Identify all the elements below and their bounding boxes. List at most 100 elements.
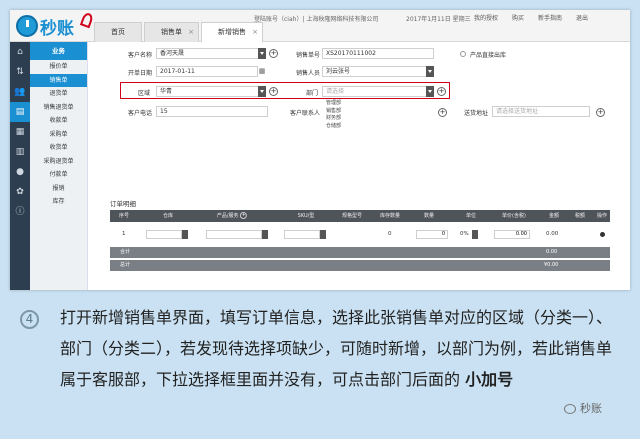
users-icon[interactable]: 👥 bbox=[10, 82, 30, 102]
column-header: 操作 bbox=[596, 213, 608, 219]
chevron-down-icon[interactable] bbox=[320, 230, 326, 239]
close-icon[interactable]: × bbox=[252, 23, 258, 41]
column-header: 单价(含税) bbox=[502, 213, 526, 219]
menu-header: 业务 bbox=[30, 42, 87, 60]
logo-text: 秒账 bbox=[40, 19, 74, 39]
document-icon[interactable]: ▤ bbox=[10, 102, 30, 122]
authorization-link[interactable]: 我的授权 bbox=[474, 13, 498, 22]
dept-option[interactable]: 仓储部 bbox=[326, 123, 341, 131]
sku-select[interactable] bbox=[284, 230, 320, 239]
instruction-emphasis: 小加号 bbox=[465, 370, 514, 389]
column-header: 序号 bbox=[118, 213, 130, 219]
watermark: 秒账 bbox=[564, 400, 602, 416]
menu-item-goods-received[interactable]: 收货单 bbox=[30, 141, 87, 155]
total-value: ¥0.00 bbox=[544, 262, 559, 268]
wechat-icon bbox=[564, 404, 576, 414]
app-window: 秒账 首页 销售单 × 新增销售 × 登陆账号（ciah）| 上海秋隆网络科技有限公… bbox=[10, 10, 630, 290]
ship-addr-label: 送货地址 bbox=[464, 110, 489, 117]
column-header: 金额 bbox=[548, 213, 560, 219]
column-header: 仓库 bbox=[162, 213, 174, 219]
menu-item-sales-order[interactable]: 销售单 bbox=[30, 73, 87, 87]
app-logo: 秒账 bbox=[16, 11, 96, 39]
sales-form: 客户名称 香河天晟 + 销售单号 XS20170111002 产品直接出库 开单… bbox=[88, 42, 630, 290]
add-region-icon[interactable]: + bbox=[269, 87, 278, 96]
ship-addr-select[interactable]: 请选择送货地址 bbox=[492, 106, 590, 117]
dept-options: 管理部 销售部 财务部 仓储部 bbox=[326, 100, 341, 130]
menu-item-payment[interactable]: 付款单 bbox=[30, 168, 87, 182]
customer-contact-label: 客户联系人 bbox=[290, 110, 321, 117]
add-contact-icon[interactable]: + bbox=[438, 108, 447, 117]
instruction-text: 打开新增销售单界面，填写订单信息，选择此张销售单对应的区域（分类一）、部门（分类… bbox=[60, 302, 620, 395]
bar-chart-icon[interactable]: ▥ bbox=[10, 142, 30, 162]
menu-item-receipt[interactable]: 收款单 bbox=[30, 114, 87, 128]
tab-new-sale[interactable]: 新增销售 × bbox=[201, 22, 263, 42]
menu-item-purchase[interactable]: 采购单 bbox=[30, 128, 87, 142]
date-input[interactable]: 2017-01-11 bbox=[156, 66, 258, 77]
step-number: 4 bbox=[20, 310, 39, 329]
column-header: 税额 bbox=[574, 213, 586, 219]
tab-label: 销售单 bbox=[161, 28, 182, 36]
add-address-icon[interactable]: + bbox=[596, 108, 605, 117]
amount-value: 0.00 bbox=[546, 231, 559, 237]
dept-option[interactable]: 管理部 bbox=[326, 100, 341, 108]
logout-link[interactable]: 退出 bbox=[576, 13, 588, 22]
customer-phone-input[interactable]: 15 bbox=[156, 106, 268, 117]
column-header: 规格型号 bbox=[341, 213, 363, 219]
dept-select[interactable]: 请选择 bbox=[322, 86, 434, 97]
clock-icon bbox=[16, 15, 38, 37]
add-product-icon[interactable]: + bbox=[240, 212, 248, 219]
product-select[interactable] bbox=[206, 230, 262, 239]
subtotal-row: 合计 0.00 bbox=[110, 247, 610, 258]
calendar-icon[interactable]: ▦ bbox=[258, 66, 266, 77]
chevron-down-icon[interactable] bbox=[472, 230, 478, 239]
unit-price-input[interactable]: 0.00 bbox=[494, 230, 530, 239]
column-header: 单位 bbox=[465, 213, 477, 219]
sales-person-label: 销售人员 bbox=[296, 70, 321, 77]
menu-item-purchase-return[interactable]: 采购退货单 bbox=[30, 155, 87, 169]
settings-icon[interactable]: ✿ bbox=[10, 182, 30, 202]
info-icon[interactable]: ⓘ bbox=[10, 202, 30, 222]
menu-item-sales-return[interactable]: 销售退货单 bbox=[30, 101, 87, 115]
direct-out-checkbox[interactable] bbox=[460, 51, 466, 57]
menu-item-expense[interactable]: 报销 bbox=[30, 182, 87, 196]
add-customer-icon[interactable]: + bbox=[269, 49, 278, 58]
total-row: 总计 ¥0.00 bbox=[110, 260, 610, 271]
customer-phone-label: 客户电话 bbox=[128, 110, 153, 117]
add-dept-icon[interactable]: + bbox=[437, 87, 446, 96]
chevron-down-icon[interactable] bbox=[426, 66, 434, 77]
region-input[interactable]: 华青 bbox=[156, 86, 264, 97]
dept-option[interactable]: 销售部 bbox=[326, 108, 341, 116]
row-index: 1 bbox=[122, 231, 126, 237]
order-no-input[interactable]: XS20170111002 bbox=[322, 48, 434, 59]
customer-name-input[interactable]: 香河天晟 bbox=[156, 48, 264, 59]
warehouse-select[interactable] bbox=[146, 230, 182, 239]
business-menu: 业务 报价单 销售单 退货单 销售退货单 收款单 采购单 收货单 采购退货单 付… bbox=[30, 42, 88, 290]
icon-sidebar: ⌂ ⇅ 👥 ▤ ▦ ▥ ● ✿ ⓘ bbox=[10, 42, 30, 290]
user-icon[interactable]: ● bbox=[10, 162, 30, 182]
guide-link[interactable]: 新手指南 bbox=[538, 13, 562, 22]
close-icon[interactable]: × bbox=[188, 23, 194, 41]
gear-icon[interactable] bbox=[600, 232, 605, 237]
home-icon[interactable]: ⌂ bbox=[10, 42, 30, 62]
chevron-down-icon[interactable] bbox=[258, 48, 266, 59]
chevron-down-icon[interactable] bbox=[262, 230, 268, 239]
order-table-header: 序号 仓库 产品/服务 + SKU/型 规格型号 库存数量 数量 单位 单价(含… bbox=[110, 210, 610, 222]
grid-icon[interactable]: ▦ bbox=[10, 122, 30, 142]
tax-rate: 0% bbox=[460, 231, 469, 237]
menu-item-quote[interactable]: 报价单 bbox=[30, 60, 87, 74]
dept-option[interactable]: 财务部 bbox=[326, 115, 341, 123]
chevron-down-icon[interactable] bbox=[258, 86, 266, 97]
tab-home[interactable]: 首页 bbox=[94, 22, 142, 42]
tab-label: 首页 bbox=[111, 28, 125, 36]
chevron-down-icon[interactable] bbox=[182, 230, 188, 239]
region-label: 区域 bbox=[138, 90, 151, 97]
sales-person-input[interactable]: 刘云张号 bbox=[322, 66, 434, 77]
tab-sales-order[interactable]: 销售单 × bbox=[144, 22, 199, 42]
menu-item-return[interactable]: 退货单 bbox=[30, 87, 87, 101]
purchase-link[interactable]: 购买 bbox=[512, 13, 524, 22]
qty-input[interactable]: 0 bbox=[416, 230, 448, 239]
chevron-down-icon[interactable] bbox=[426, 86, 434, 97]
menu-item-inventory[interactable]: 库存 bbox=[30, 195, 87, 209]
transfer-icon[interactable]: ⇅ bbox=[10, 62, 30, 82]
instruction-body: 打开新增销售单界面，填写订单信息，选择此张销售单对应的区域（分类一）、部门（分类… bbox=[60, 308, 613, 389]
